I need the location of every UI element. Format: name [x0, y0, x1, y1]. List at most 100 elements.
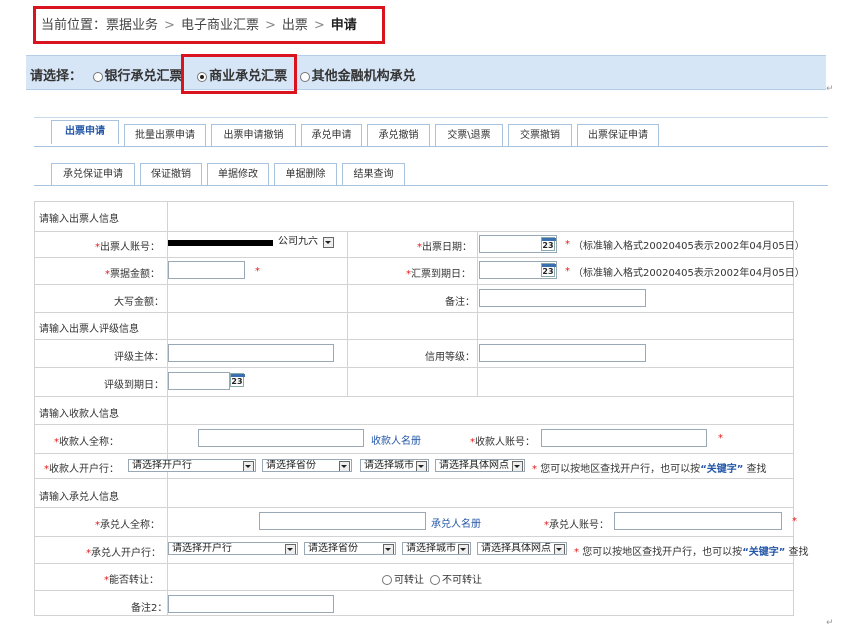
option-other-institution-label: 其他金融机构承兑 — [311, 69, 416, 84]
required-mark: * — [565, 266, 570, 277]
tab-deliver-revoke[interactable]: 交票撤销 — [508, 124, 572, 146]
highlight-box — [181, 54, 297, 94]
credit-level-input[interactable] — [479, 344, 646, 362]
section-payee-title: 请输入收款人信息 — [39, 409, 119, 420]
amount-input[interactable] — [168, 261, 245, 279]
acceptor-branch-select-value: 请选择具体网点 — [481, 543, 551, 554]
acceptor-account-label: 承兑人账号： — [549, 520, 609, 531]
acceptor-keyword-link[interactable]: “关键字” — [742, 547, 785, 558]
calendar-icon[interactable]: 23 — [541, 237, 556, 251]
tab-accept-revoke[interactable]: 承兑撤销 — [367, 124, 430, 146]
issue-date-hint: （标准输入格式20020405表示2002年04月05日） — [573, 241, 805, 252]
radio-not-transferable[interactable] — [430, 575, 440, 585]
acceptor-city-select[interactable]: 请选择城市 — [402, 542, 471, 555]
dropdown-arrow-icon — [383, 544, 394, 554]
tab-deliver-return[interactable]: 交票\退票 — [435, 124, 503, 146]
payee-keyword-link[interactable]: “关键字” — [700, 464, 743, 475]
acceptor-province-select-value: 请选择省份 — [308, 543, 358, 554]
calendar-icon[interactable]: 23 — [230, 373, 245, 387]
grid-line — [34, 367, 794, 368]
required-mark: * — [718, 433, 723, 444]
amount-label: 票据金额： — [110, 269, 160, 280]
tab-doc-delete[interactable]: 单据删除 — [274, 163, 337, 185]
tab-accept-guarantee[interactable]: 承兑保证申请 — [51, 163, 135, 185]
grid-line — [34, 590, 794, 591]
dropdown-arrow-icon — [243, 461, 254, 471]
breadcrumb-item-bill-business[interactable]: 票据业务 — [106, 18, 158, 33]
acceptor-city-select-value: 请选择城市 — [406, 543, 456, 554]
drawer-account-select[interactable]: 公司九六 — [275, 236, 335, 249]
return-mark: ↵ — [826, 618, 834, 628]
calendar-icon[interactable]: 23 — [541, 263, 556, 277]
grid-line — [34, 231, 794, 232]
remark-input[interactable] — [479, 289, 646, 307]
payee-bank-select[interactable]: 请选择开户行 — [128, 459, 256, 472]
remark2-label: 备注2： — [131, 603, 168, 614]
payee-branch-select-value: 请选择具体网点 — [439, 460, 509, 471]
dropdown-arrow-icon — [323, 237, 334, 248]
breadcrumb-item-ecommercial-bill[interactable]: 电子商业汇票 — [181, 18, 259, 33]
due-date-label: 汇票到期日： — [411, 269, 471, 280]
rating-subject-input[interactable] — [168, 344, 334, 362]
payee-account-label: 收款人账号： — [475, 437, 535, 448]
payee-city-select[interactable]: 请选择城市 — [360, 459, 429, 472]
acceptor-registry-link[interactable]: 承兑人名册 — [431, 515, 481, 530]
bill-type-selector: 请选择： 银行承兑汇票 商业承兑汇票 其他金融机构承兑 — [26, 55, 826, 90]
rating-subject-label: 评级主体： — [114, 352, 164, 363]
dropdown-arrow-icon — [554, 544, 565, 554]
tab-guarantee-revoke[interactable]: 保证撤销 — [140, 163, 202, 185]
acceptor-bank-select-value: 请选择开户行 — [172, 543, 232, 554]
payee-province-select-value: 请选择省份 — [266, 460, 316, 471]
payee-account-input[interactable] — [541, 429, 707, 447]
acceptor-bank-select[interactable]: 请选择开户行 — [168, 542, 298, 555]
transferable-no-label: 不可转让 — [442, 575, 482, 586]
acceptor-name-label: 承兑人全称： — [100, 520, 160, 531]
tab-issue-revoke[interactable]: 出票申请撤销 — [211, 124, 296, 146]
tab-accept-apply[interactable]: 承兑申请 — [301, 124, 362, 146]
payee-bank-select-value: 请选择开户行 — [132, 460, 192, 471]
radio-bank-acceptance[interactable] — [92, 71, 103, 82]
section-drawer-title: 请输入出票人信息 — [39, 214, 119, 225]
rating-due-label: 评级到期日： — [104, 380, 164, 391]
option-bank-acceptance-label: 银行承兑汇票 — [104, 69, 183, 84]
breadcrumb: 当前位置：票据业务 > 电子商业汇票 > 出票 > 申请 — [33, 6, 385, 44]
required-mark: * — [574, 547, 579, 558]
payee-registry-link[interactable]: 收款人名册 — [371, 432, 421, 447]
acceptor-branch-select[interactable]: 请选择具体网点 — [477, 542, 567, 555]
dropdown-arrow-icon — [339, 461, 350, 471]
return-mark: ↵ — [826, 84, 834, 94]
tab-result-query[interactable]: 结果查询 — [342, 163, 405, 185]
breadcrumb-separator: > — [264, 18, 276, 33]
breadcrumb-item-issue[interactable]: 出票 — [282, 18, 308, 33]
payee-name-input[interactable] — [198, 429, 364, 447]
grid-line — [34, 424, 794, 425]
grid-line — [34, 507, 794, 508]
transferable-yes-label: 可转让 — [394, 575, 424, 586]
selector-label: 请选择： — [30, 69, 83, 84]
remark2-input[interactable] — [168, 595, 334, 613]
required-mark: * — [792, 516, 797, 527]
tab-batch-issue[interactable]: 批量出票申请 — [124, 124, 206, 146]
tab-issue-guarantee[interactable]: 出票保证申请 — [577, 124, 659, 146]
rating-due-input[interactable] — [168, 372, 230, 390]
payee-province-select[interactable]: 请选择省份 — [262, 459, 352, 472]
tab-doc-modify[interactable]: 单据修改 — [207, 163, 269, 185]
required-mark: * — [532, 464, 537, 475]
dropdown-arrow-icon — [512, 461, 523, 471]
payee-city-select-value: 请选择城市 — [364, 460, 414, 471]
acceptor-province-select[interactable]: 请选择省份 — [304, 542, 396, 555]
grid-line — [34, 339, 794, 340]
payee-branch-select[interactable]: 请选择具体网点 — [435, 459, 525, 472]
radio-transferable[interactable] — [382, 575, 392, 585]
section-acceptor-title: 请输入承兑人信息 — [39, 492, 119, 503]
payee-bank-label: 收款人开户行： — [49, 464, 119, 475]
required-mark: * — [255, 266, 260, 277]
radio-other-institution[interactable] — [299, 71, 310, 82]
breadcrumb-prefix: 当前位置： — [41, 18, 107, 33]
acceptor-account-input[interactable] — [614, 512, 782, 530]
dropdown-arrow-icon — [416, 461, 427, 471]
acceptor-bank-hint-suffix: 查找 — [788, 547, 809, 558]
acceptor-bank-label: 承兑人开户行： — [91, 548, 161, 559]
tab-issue-apply[interactable]: 出票申请 — [51, 120, 119, 144]
acceptor-name-input[interactable] — [259, 512, 426, 530]
